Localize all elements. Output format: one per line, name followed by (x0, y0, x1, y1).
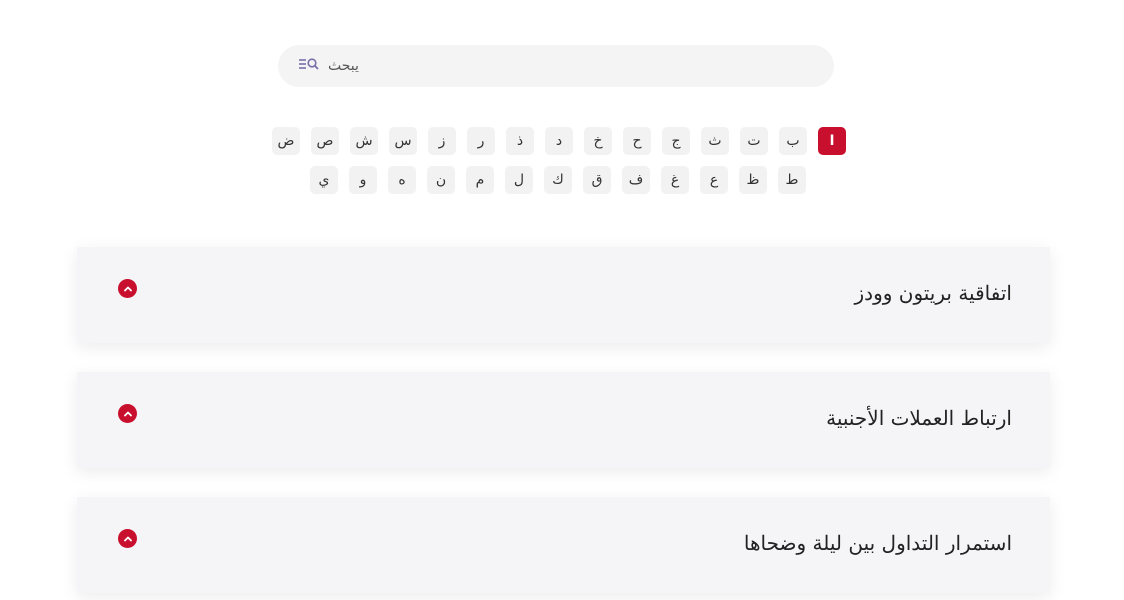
letter-button[interactable]: ا (818, 127, 846, 155)
alphabet-row: ابتثجحخدذرزسشصض (266, 127, 846, 155)
alphabet-filter: ابتثجحخدذرزسشصض طظعغفقكلمنهوي (266, 127, 846, 194)
letter-button[interactable]: ش (350, 127, 378, 155)
letter-button[interactable]: ط (778, 166, 806, 194)
letter-button[interactable]: ذ (506, 127, 534, 155)
letter-button[interactable]: ز (428, 127, 456, 155)
letter-button[interactable]: ف (622, 166, 650, 194)
letter-button[interactable]: ظ (739, 166, 767, 194)
letter-button[interactable]: ه (388, 166, 416, 194)
letter-button[interactable]: د (545, 127, 573, 155)
search-icon (298, 57, 320, 73)
letter-button[interactable]: ب (779, 127, 807, 155)
chevron-up-icon[interactable] (118, 529, 137, 548)
letter-button[interactable]: خ (584, 127, 612, 155)
letter-button[interactable]: ض (272, 127, 300, 155)
letter-button[interactable]: ج (662, 127, 690, 155)
letter-button[interactable]: ن (427, 166, 455, 194)
chevron-up-icon[interactable] (118, 279, 137, 298)
accordion-item-title: اتفاقية بريتون وودز (854, 281, 1012, 305)
letter-button[interactable]: ت (740, 127, 768, 155)
letter-button[interactable]: م (466, 166, 494, 194)
letter-button[interactable]: و (349, 166, 377, 194)
letter-button[interactable]: س (389, 127, 417, 155)
accordion-item-title: ارتباط العملات الأجنبية (826, 406, 1012, 430)
search-bar[interactable] (278, 45, 834, 87)
accordion-item-title: استمرار التداول بين ليلة وضحاها (743, 531, 1012, 555)
letter-button[interactable]: ث (701, 127, 729, 155)
letter-button[interactable]: ص (311, 127, 339, 155)
letter-button[interactable]: ي (310, 166, 338, 194)
chevron-up-icon[interactable] (118, 404, 137, 423)
letter-button[interactable]: ل (505, 166, 533, 194)
letter-button[interactable]: ك (544, 166, 572, 194)
accordion-item[interactable]: اتفاقية بريتون وودز (77, 247, 1050, 343)
glossary-page: ابتثجحخدذرزسشصض طظعغفقكلمنهوي اتفاقية بر… (0, 0, 1124, 600)
letter-button[interactable]: ق (583, 166, 611, 194)
search-input[interactable] (328, 54, 808, 78)
alphabet-row: طظعغفقكلمنهوي (266, 166, 846, 194)
letter-button[interactable]: ع (700, 166, 728, 194)
accordion-item[interactable]: استمرار التداول بين ليلة وضحاها (77, 497, 1050, 593)
letter-button[interactable]: غ (661, 166, 689, 194)
letter-button[interactable]: ر (467, 127, 495, 155)
letter-button[interactable]: ح (623, 127, 651, 155)
accordion-item[interactable]: ارتباط العملات الأجنبية (77, 372, 1050, 468)
